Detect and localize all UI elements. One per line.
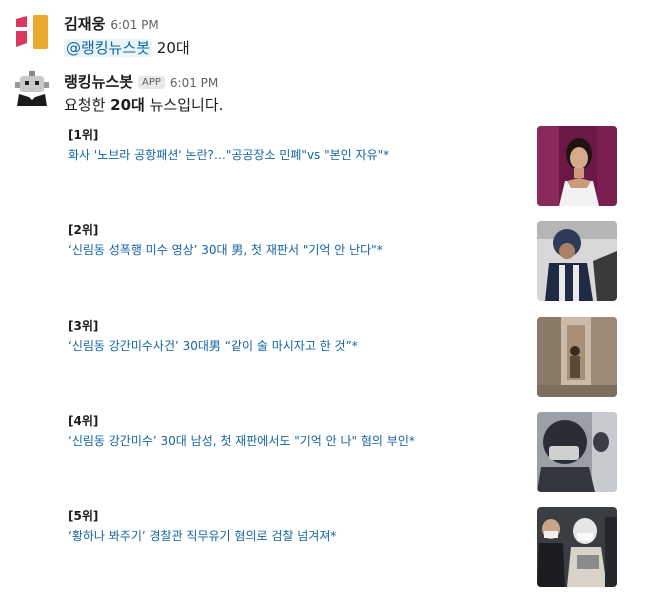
timestamp[interactable]: 6:01 PM xyxy=(110,18,158,32)
news-item: [5위] ‘황하나 봐주기’ 경찰관 직무유기 혐의로 검찰 넘겨져* xyxy=(68,507,628,587)
news-rank: [1위] xyxy=(68,128,99,142)
mention-link[interactable]: @랭킹뉴스봇 xyxy=(64,39,153,57)
sender-name[interactable]: 랭킹뉴스봇 APP 6:01 PM xyxy=(64,71,218,92)
sender-name[interactable]: 김재웅 6:01 PM xyxy=(64,13,159,34)
news-title-link[interactable]: ‘신림동 강간미수사건’ 30대男 “같이 술 마시자고 한 것”* xyxy=(68,337,358,354)
news-rank: [4위] xyxy=(68,414,99,428)
user-avatar[interactable] xyxy=(13,13,51,51)
news-title-link[interactable]: 화사 '노브라 공항패션' 논란?…"공공장소 민폐"vs "본인 자유"* xyxy=(68,146,389,163)
news-thumbnail[interactable] xyxy=(537,507,617,587)
news-thumbnail[interactable] xyxy=(537,412,617,492)
message-text-pre: 요청한 xyxy=(64,96,111,114)
message-text-bold: 20대 xyxy=(110,96,145,114)
sender-name-text[interactable]: 랭킹뉴스봇 xyxy=(64,73,133,91)
news-item: [2위] ‘신림동 성폭행 미수 영상’ 30대 男, 첫 재판서 "기억 안 … xyxy=(68,221,628,301)
news-thumbnail[interactable] xyxy=(537,317,617,397)
news-rank: [2위] xyxy=(68,223,99,237)
message-text-post: 뉴스입니다. xyxy=(144,96,224,114)
message-text-body: 20대 xyxy=(152,39,190,57)
message-text: 요청한 20대 뉴스입니다. xyxy=(64,94,223,115)
news-title-link[interactable]: ‘신림동 강간미수’ 30대 남성, 첫 재판에서도 "기억 안 나" 혐의 부… xyxy=(68,432,415,449)
news-title-link[interactable]: ‘황하나 봐주기’ 경찰관 직무유기 혐의로 검찰 넘겨져* xyxy=(68,527,336,544)
news-item: [4위] ‘신림동 강간미수’ 30대 남성, 첫 재판에서도 "기억 안 나"… xyxy=(68,412,628,492)
news-item: [1위] 화사 '노브라 공항패션' 논란?…"공공장소 민폐"vs "본인 자… xyxy=(68,126,628,206)
news-thumbnail[interactable] xyxy=(537,221,617,301)
timestamp[interactable]: 6:01 PM xyxy=(170,76,218,90)
sender-name-text[interactable]: 김재웅 xyxy=(64,15,105,33)
news-rank: [5위] xyxy=(68,509,99,523)
bot-avatar[interactable] xyxy=(13,70,51,108)
news-item: [3위] ‘신림동 강간미수사건’ 30대男 “같이 술 마시자고 한 것”* xyxy=(68,317,628,397)
news-title-link[interactable]: ‘신림동 성폭행 미수 영상’ 30대 男, 첫 재판서 "기억 안 난다"* xyxy=(68,241,383,258)
news-thumbnail[interactable] xyxy=(537,126,617,206)
message-text: @랭킹뉴스봇 20대 xyxy=(64,37,190,58)
app-badge: APP xyxy=(138,76,165,89)
news-rank: [3위] xyxy=(68,319,99,333)
